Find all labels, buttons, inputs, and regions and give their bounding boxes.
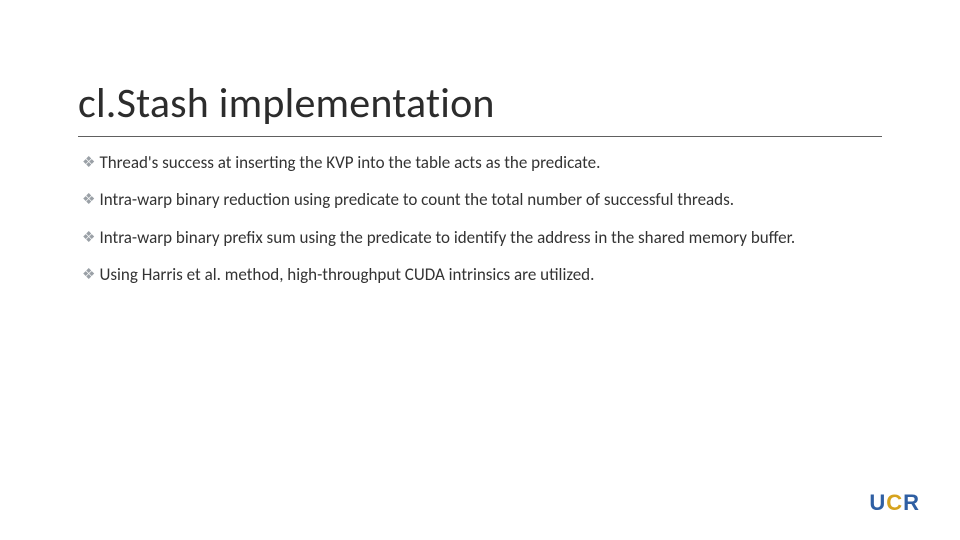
title-underline (78, 136, 882, 137)
diamond-bullet-icon: ❖ (82, 191, 95, 210)
bullet-item: ❖Intra-warp binary reduction using predi… (82, 189, 882, 210)
logo-letter-c: C (886, 490, 903, 515)
body-text: ❖Thread's success at inserting the KVP i… (82, 152, 882, 301)
bullet-text: Using Harris et al. method, high-through… (99, 264, 594, 285)
bullet-item: ❖Intra-warp binary prefix sum using the … (82, 227, 882, 248)
bullet-item: ❖Using Harris et al. method, high-throug… (82, 264, 882, 285)
bullet-text: Thread's success at inserting the KVP in… (99, 152, 600, 173)
ucr-logo: UCR (869, 490, 920, 516)
logo-letter-r: R (903, 490, 920, 515)
slide-title: cl.Stash implementation (78, 78, 495, 129)
bullet-text: Intra-warp binary reduction using predic… (99, 189, 734, 210)
bullet-text: Intra-warp binary prefix sum using the p… (99, 227, 795, 248)
bullet-item: ❖Thread's success at inserting the KVP i… (82, 152, 882, 173)
diamond-bullet-icon: ❖ (82, 229, 95, 248)
diamond-bullet-icon: ❖ (82, 266, 95, 285)
slide: cl.Stash implementation ❖Thread's succes… (0, 0, 960, 540)
logo-letter-u: U (869, 490, 886, 515)
diamond-bullet-icon: ❖ (82, 154, 95, 173)
